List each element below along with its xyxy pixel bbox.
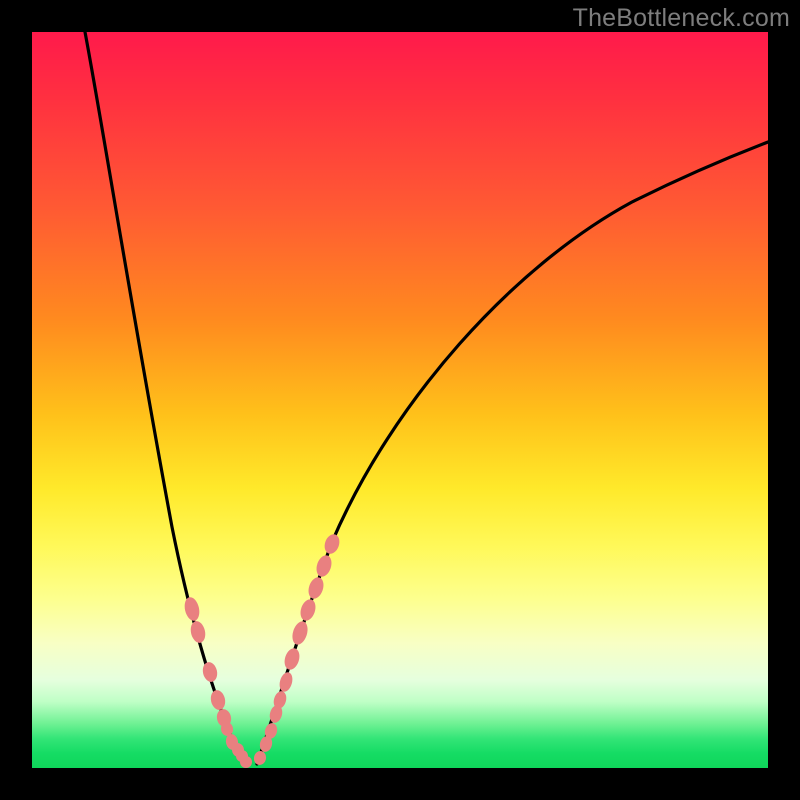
left-branch-path <box>85 32 244 764</box>
watermark-text: TheBottleneck.com <box>573 4 790 33</box>
curve-layer <box>32 32 768 768</box>
right-branch-path <box>257 142 768 764</box>
plot-area <box>32 32 768 768</box>
right-dots-group <box>253 532 342 766</box>
chart-frame: TheBottleneck.com <box>0 0 800 800</box>
